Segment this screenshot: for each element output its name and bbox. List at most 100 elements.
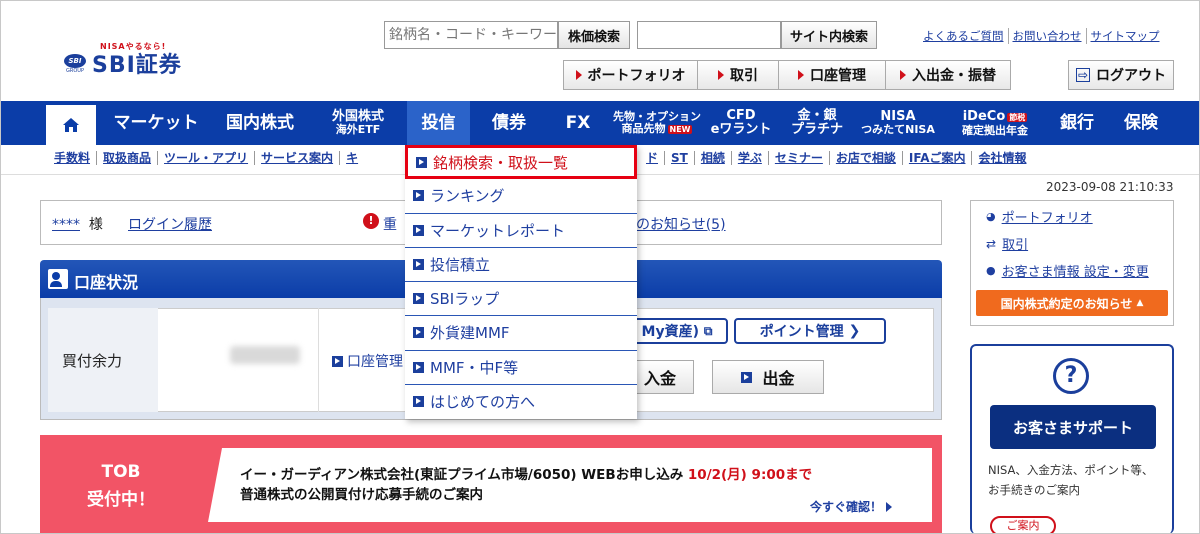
nav-futures-options[interactable]: 先物・オプション 商品先物 NEW: [612, 101, 702, 145]
tob-check-link[interactable]: 今すぐ確認！: [810, 498, 893, 515]
site-search-button[interactable]: サイト内検索: [781, 21, 877, 49]
buying-power-label: 買付余力: [48, 308, 158, 412]
nav-domestic-stocks[interactable]: 国内株式: [212, 101, 308, 145]
login-history-link[interactable]: ログイン履歴: [128, 214, 212, 234]
top-links: よくあるご質問 お問い合わせ サイトマップ: [919, 28, 1164, 44]
user-name: **** 様: [52, 217, 103, 233]
logout-button[interactable]: ⇨ ログアウト: [1068, 60, 1174, 90]
account-management-link[interactable]: 口座管理: [332, 351, 403, 371]
subnav-products[interactable]: 取扱商品: [96, 151, 157, 165]
arrow-right-icon: [798, 70, 804, 80]
subnav-company[interactable]: 会社情報: [971, 151, 1032, 165]
arrow-right-icon: [900, 70, 906, 80]
withdraw-button[interactable]: 出金: [712, 360, 824, 394]
sub-nav-right: ド ST 相続 学ぶ セミナー お店で相談 IFAご案内 会社情報: [646, 151, 1033, 165]
dropdown-item-fund-search[interactable]: 銘柄検索・取扱一覧: [405, 145, 637, 180]
dropdown-item-market-report[interactable]: マーケットレポート: [405, 213, 637, 248]
question-icon: ?: [1053, 358, 1089, 394]
sidebar-customer-info-link[interactable]: ● お客さま情報 設定・変更: [986, 261, 1149, 280]
nav-ideco[interactable]: iDeCo 節税 確定拠出年金: [946, 101, 1044, 145]
notices-link[interactable]: のお知らせ(5): [636, 214, 726, 234]
arrow-square-icon: [413, 293, 424, 305]
arrow-square-icon: [741, 371, 753, 383]
tob-title: TOB 受付中！: [87, 462, 155, 510]
subnav-tools[interactable]: ツール・アプリ: [157, 151, 254, 165]
arrow-right-icon: [575, 70, 582, 80]
external-link-icon: ⧉: [703, 323, 713, 338]
nav-cfd[interactable]: CFD eワラント: [706, 101, 776, 145]
nav-market[interactable]: マーケット: [106, 101, 206, 145]
arrow-square-icon: [332, 355, 343, 367]
arrow-square-icon: [413, 396, 424, 408]
arrow-square-icon: [413, 361, 424, 373]
buying-power-value-blurred: [230, 346, 300, 364]
nav-insurance[interactable]: 保険: [1110, 101, 1172, 145]
dropdown-item-foreign-mmf[interactable]: 外貨建MMF: [405, 316, 637, 351]
arrow-square-icon: [413, 258, 424, 270]
dropdown-item-fund-savings[interactable]: 投信積立: [405, 247, 637, 282]
nav-gold-silver[interactable]: 金・銀 プラチナ: [782, 101, 852, 145]
arrow-right-icon: [886, 501, 893, 512]
points-management-button[interactable]: ポイント管理 ❯: [734, 318, 886, 344]
account-status-title: 口座状況: [74, 273, 139, 292]
sidebar-portfolio-link[interactable]: ◕ ポートフォリオ: [986, 207, 1093, 226]
arrow-right-icon: [718, 70, 724, 80]
user-icon: [48, 269, 68, 289]
person-icon: ●: [986, 264, 996, 277]
sitemap-link[interactable]: サイトマップ: [1085, 28, 1164, 44]
logo-group-label: GROUP: [66, 68, 84, 74]
subnav-fees[interactable]: 手数料: [54, 151, 96, 165]
tob-line-2: 普通株式の公開買付け応募手続のご案内: [240, 487, 483, 503]
dropdown-item-mmf[interactable]: MMF・中F等: [405, 350, 637, 385]
nav-nisa[interactable]: NISA つみたてNISA: [854, 101, 942, 145]
pie-chart-icon: ◕: [986, 210, 996, 223]
sub-nav-left: 手数料 取扱商品 ツール・アプリ サービス案内 キ: [54, 151, 364, 165]
subnav-services[interactable]: サービス案内: [254, 151, 339, 165]
dropdown-item-beginners[interactable]: はじめての方へ: [405, 384, 637, 419]
logo[interactable]: SBI証券: [92, 47, 182, 79]
subnav-store-consult[interactable]: お店で相談: [828, 151, 902, 165]
portfolio-button[interactable]: ポートフォリオ: [563, 60, 698, 90]
faq-link[interactable]: よくあるご質問: [919, 28, 1008, 44]
nav-investment-trust[interactable]: 投信: [407, 101, 470, 145]
nav-foreign-stocks[interactable]: 外国株式 海外ETF: [314, 101, 402, 145]
subnav-ifa[interactable]: IFAご案内: [901, 151, 972, 165]
arrow-square-icon: [413, 224, 424, 236]
timestamp: 2023-09-08 21:10:33: [1046, 180, 1174, 194]
sidebar-trade-link[interactable]: ⇄ 取引: [986, 234, 1028, 254]
stock-search-input[interactable]: [384, 21, 558, 49]
arrow-square-icon: [416, 156, 427, 168]
important-notice-link[interactable]: 重: [383, 214, 397, 234]
support-description: NISA、入金方法、ポイント等、お手続きのご案内: [988, 463, 1154, 497]
subnav-learn[interactable]: 学ぶ: [730, 151, 768, 165]
subnav-st[interactable]: ST: [664, 151, 694, 165]
new-badge: NEW: [667, 124, 693, 134]
subnav-partial-right[interactable]: ド: [646, 151, 664, 165]
home-icon: [63, 118, 79, 132]
stock-search-button[interactable]: 株価検索: [558, 21, 630, 49]
my-assets-button[interactable]: My資産) ⧉: [626, 318, 728, 344]
nav-fx[interactable]: FX: [548, 101, 608, 145]
customer-support-button[interactable]: お客さまサポート: [990, 405, 1156, 449]
tax-saving-badge: 節税: [1007, 112, 1028, 122]
subnav-inheritance[interactable]: 相続: [693, 151, 731, 165]
deposit-withdraw-button[interactable]: 入出金・振替: [885, 60, 1011, 90]
alert-icon: !: [363, 213, 379, 229]
domestic-execution-notice-button[interactable]: 国内株式約定のお知らせ ▲: [976, 290, 1168, 316]
swap-icon: ⇄: [986, 236, 997, 251]
logout-icon: ⇨: [1076, 68, 1090, 82]
nav-bank[interactable]: 銀行: [1050, 101, 1104, 145]
arrow-square-icon: [413, 327, 424, 339]
guide-button[interactable]: ご案内: [990, 516, 1056, 534]
contact-link[interactable]: お問い合わせ: [1007, 28, 1086, 44]
subnav-seminar[interactable]: セミナー: [767, 151, 829, 165]
subnav-partial[interactable]: キ: [339, 151, 364, 165]
account-management-button[interactable]: 口座管理: [778, 60, 886, 90]
site-search-input[interactable]: [637, 21, 781, 49]
trade-button[interactable]: 取引: [697, 60, 779, 90]
dropdown-item-sbi-wrap[interactable]: SBIラップ: [405, 282, 637, 317]
divider: [318, 308, 319, 412]
nav-bonds[interactable]: 債券: [478, 101, 540, 145]
home-button[interactable]: [46, 105, 96, 145]
dropdown-item-ranking[interactable]: ランキング: [405, 179, 637, 214]
